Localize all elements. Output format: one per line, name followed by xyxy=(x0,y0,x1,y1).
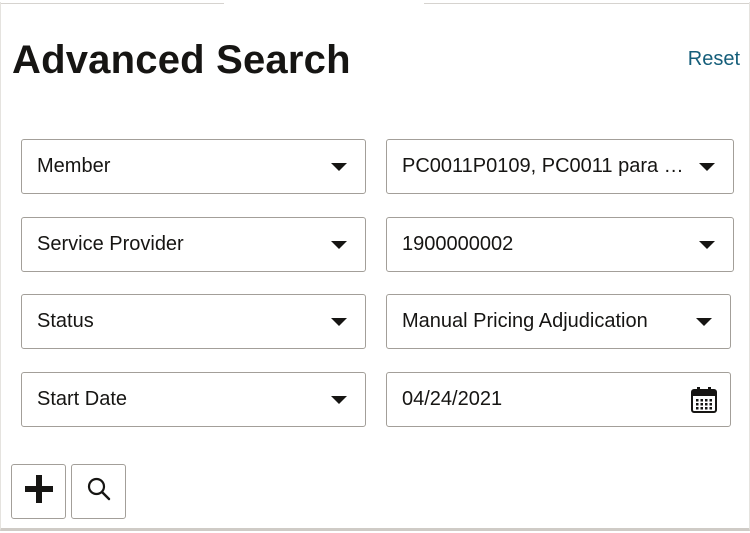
reset-link[interactable]: Reset xyxy=(688,48,740,71)
criteria-field-label: Status xyxy=(37,310,94,332)
service-provider-value-select[interactable]: 1900000002 xyxy=(386,217,734,272)
chevron-down-icon xyxy=(699,162,715,171)
search-button[interactable] xyxy=(71,464,126,519)
chevron-down-icon xyxy=(696,317,712,326)
criteria-field-select[interactable]: Start Date xyxy=(21,372,366,427)
status-value-select[interactable]: Manual Pricing Adjudication xyxy=(386,294,731,349)
chevron-down-icon xyxy=(331,240,347,249)
chevron-down-icon xyxy=(699,240,715,249)
chevron-down-icon xyxy=(331,395,347,404)
criteria-field-label: Start Date xyxy=(37,388,128,410)
calendar-icon[interactable] xyxy=(690,386,718,414)
member-value-select[interactable]: PC0011P0109, PC0011 para … xyxy=(386,139,734,194)
start-date-value: 04/24/2021 xyxy=(402,388,503,410)
status-value: Manual Pricing Adjudication xyxy=(402,310,648,332)
member-value: PC0011P0109, PC0011 para … xyxy=(402,155,684,177)
service-provider-value: 1900000002 xyxy=(402,233,514,255)
chevron-down-icon xyxy=(331,162,347,171)
criteria-field-label: Member xyxy=(37,155,111,177)
chevron-down-icon xyxy=(331,317,347,326)
add-criteria-button[interactable] xyxy=(11,464,66,519)
start-date-input[interactable]: 04/24/2021 xyxy=(386,372,731,427)
plus-icon xyxy=(23,473,55,510)
criteria-field-select[interactable]: Status xyxy=(21,294,366,349)
search-icon xyxy=(86,476,112,507)
criteria-field-label: Service Provider xyxy=(37,233,184,255)
criteria-field-select[interactable]: Service Provider xyxy=(21,217,366,272)
criteria-field-select[interactable]: Member xyxy=(21,139,366,194)
page-title: Advanced Search xyxy=(12,38,351,82)
